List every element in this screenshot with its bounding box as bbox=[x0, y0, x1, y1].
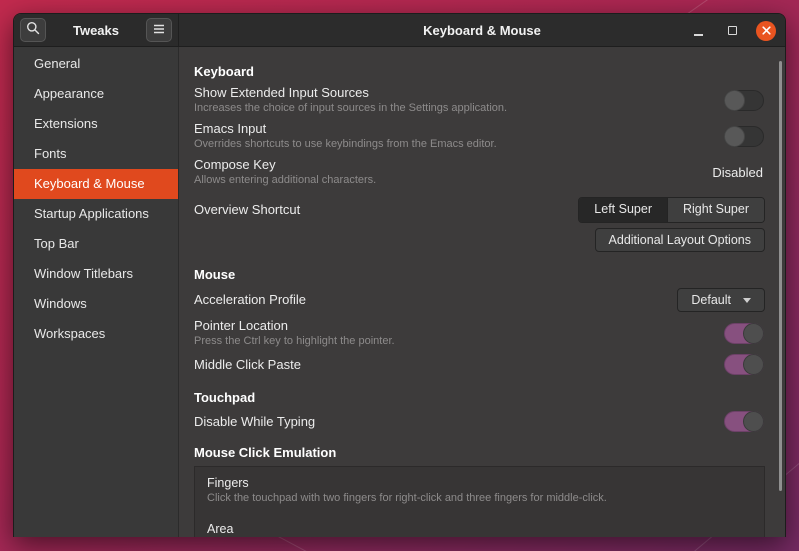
search-icon bbox=[26, 21, 40, 40]
titlebar-right[interactable]: Keyboard & Mouse bbox=[179, 14, 785, 46]
touchpad-section-heading: Touchpad bbox=[194, 390, 765, 405]
menu-button[interactable] bbox=[146, 18, 172, 42]
sidebar: General Appearance Extensions Fonts Keyb… bbox=[14, 47, 179, 537]
setting-title: Middle Click Paste bbox=[194, 357, 301, 373]
app-body: General Appearance Extensions Fonts Keyb… bbox=[14, 47, 785, 537]
sidebar-item-top-bar[interactable]: Top Bar bbox=[14, 229, 178, 259]
close-icon bbox=[762, 22, 771, 40]
switch-knob bbox=[743, 354, 764, 375]
minimize-button[interactable] bbox=[688, 21, 708, 41]
switch-knob bbox=[743, 411, 764, 432]
overview-shortcut-segmented: Left Super Right Super bbox=[578, 197, 765, 223]
switch-knob bbox=[724, 126, 745, 147]
row-pointer-location: Pointer Location Press the Ctrl key to h… bbox=[194, 318, 765, 348]
row-show-extended-input-sources: Show Extended Input Sources Increases th… bbox=[194, 85, 765, 115]
list-item-fingers[interactable]: Fingers Click the touchpad with two fing… bbox=[207, 475, 752, 505]
minimize-icon bbox=[694, 34, 703, 36]
disable-while-typing-toggle[interactable] bbox=[724, 411, 764, 432]
setting-title: Disable While Typing bbox=[194, 414, 315, 430]
keyboard-section-heading: Keyboard bbox=[194, 64, 765, 79]
setting-title: Compose Key bbox=[194, 157, 376, 173]
sidebar-item-windows[interactable]: Windows bbox=[14, 289, 178, 319]
titlebar: Tweaks Keyboard & Mouse bbox=[14, 14, 785, 47]
sidebar-item-window-titlebars[interactable]: Window Titlebars bbox=[14, 259, 178, 289]
switch-knob bbox=[724, 90, 745, 111]
row-disable-while-typing: Disable While Typing bbox=[194, 411, 765, 432]
maximize-icon bbox=[728, 26, 737, 35]
switch-knob bbox=[743, 323, 764, 344]
left-super-button[interactable]: Left Super bbox=[579, 198, 667, 222]
maximize-button[interactable] bbox=[722, 21, 742, 41]
compose-key-value: Disabled bbox=[712, 165, 763, 180]
mouse-section-heading: Mouse bbox=[194, 267, 765, 282]
setting-description: Increases the choice of input sources in… bbox=[194, 102, 507, 115]
row-overview-shortcut: Overview Shortcut Left Super Right Super bbox=[194, 197, 765, 223]
option-title: Area bbox=[207, 521, 752, 537]
row-acceleration-profile: Acceleration Profile Default bbox=[194, 288, 765, 312]
sidebar-item-fonts[interactable]: Fonts bbox=[14, 139, 178, 169]
sidebar-item-extensions[interactable]: Extensions bbox=[14, 109, 178, 139]
chevron-down-icon bbox=[743, 298, 751, 303]
middle-click-paste-toggle[interactable] bbox=[724, 354, 764, 375]
tweaks-window: Tweaks Keyboard & Mouse bbox=[13, 13, 786, 537]
setting-title: Acceleration Profile bbox=[194, 292, 306, 308]
window-title: Keyboard & Mouse bbox=[423, 23, 541, 38]
right-super-button[interactable]: Right Super bbox=[667, 198, 764, 222]
content-panel: Keyboard Show Extended Input Sources Inc… bbox=[179, 47, 785, 537]
row-middle-click-paste: Middle Click Paste bbox=[194, 354, 765, 375]
search-button[interactable] bbox=[20, 18, 46, 42]
window-controls bbox=[688, 14, 776, 47]
option-description: Click the touchpad with two fingers for … bbox=[207, 492, 752, 505]
sidebar-item-workspaces[interactable]: Workspaces bbox=[14, 319, 178, 349]
setting-description: Press the Ctrl key to highlight the poin… bbox=[194, 335, 395, 348]
dropdown-value: Default bbox=[691, 289, 731, 311]
show-extended-input-sources-toggle[interactable] bbox=[724, 90, 764, 111]
close-button[interactable] bbox=[756, 21, 776, 41]
setting-title: Overview Shortcut bbox=[194, 202, 300, 218]
option-title: Fingers bbox=[207, 475, 752, 491]
pointer-location-toggle[interactable] bbox=[724, 323, 764, 344]
sidebar-item-startup-applications[interactable]: Startup Applications bbox=[14, 199, 178, 229]
titlebar-left: Tweaks bbox=[14, 14, 179, 46]
sidebar-item-appearance[interactable]: Appearance bbox=[14, 79, 178, 109]
vertical-scrollbar[interactable] bbox=[779, 61, 782, 491]
additional-layout-options-button[interactable]: Additional Layout Options bbox=[595, 228, 765, 252]
setting-description: Allows entering additional characters. bbox=[194, 174, 376, 187]
mouse-click-emulation-heading: Mouse Click Emulation bbox=[194, 445, 765, 460]
row-compose-key: Compose Key Allows entering additional c… bbox=[194, 157, 765, 187]
list-item-area[interactable]: Area Click the bottom right of the touch… bbox=[207, 521, 752, 537]
setting-title: Show Extended Input Sources bbox=[194, 85, 507, 101]
setting-description: Overrides shortcuts to use keybindings f… bbox=[194, 138, 497, 151]
setting-title: Emacs Input bbox=[194, 121, 497, 137]
hamburger-icon bbox=[153, 21, 165, 39]
sidebar-item-general[interactable]: General bbox=[14, 49, 178, 79]
mouse-click-emulation-list: Fingers Click the touchpad with two fing… bbox=[194, 466, 765, 537]
acceleration-profile-dropdown[interactable]: Default bbox=[677, 288, 765, 312]
row-additional-layout-options: Additional Layout Options bbox=[194, 228, 765, 252]
row-emacs-input: Emacs Input Overrides shortcuts to use k… bbox=[194, 121, 765, 151]
app-title: Tweaks bbox=[46, 23, 146, 38]
emacs-input-toggle[interactable] bbox=[724, 126, 764, 147]
setting-title: Pointer Location bbox=[194, 318, 395, 334]
sidebar-item-keyboard-mouse[interactable]: Keyboard & Mouse bbox=[14, 169, 178, 199]
